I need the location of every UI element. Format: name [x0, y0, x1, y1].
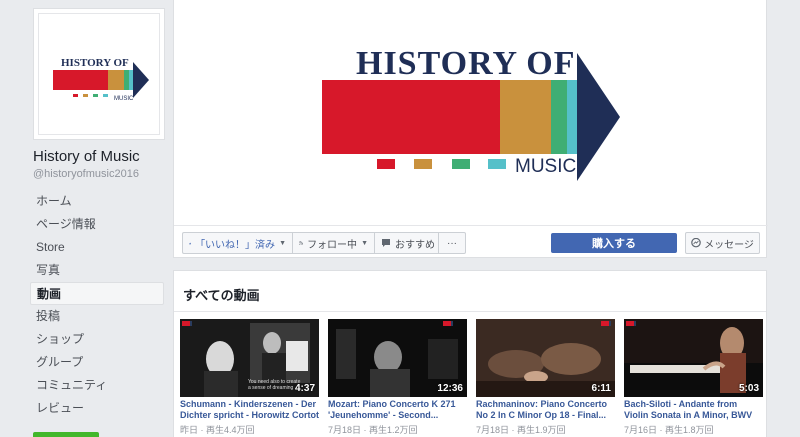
- svg-text:HISTORY OF: HISTORY OF: [356, 45, 575, 82]
- message-button[interactable]: メッセージ: [685, 232, 760, 254]
- thumbs-up-icon: [189, 242, 191, 244]
- video-meta: 7月18日 · 再生1.9万回: [476, 425, 566, 435]
- video-date: 7月16日: [624, 425, 658, 435]
- nav-item-community[interactable]: コミュニティ: [30, 374, 164, 397]
- history-of-music-cover-logo: HISTORY OF MUSIC: [322, 45, 620, 181]
- more-options-button[interactable]: ···: [438, 232, 466, 254]
- video-title[interactable]: Mozart: Piano Concerto K 271 'Jeunehomme…: [328, 399, 467, 421]
- video-duration: 5:03: [738, 383, 759, 394]
- cover-photo[interactable]: HISTORY OF MUSIC: [174, 0, 768, 225]
- nav-item-home[interactable]: ホーム: [30, 190, 164, 213]
- video-duration: 4:37: [294, 383, 315, 394]
- video-card[interactable]: 12:36 Mozart: Piano Concerto K 271 'Jeun…: [328, 319, 467, 436]
- video-views: 再生4.4万回: [206, 425, 255, 435]
- page-title[interactable]: History of Music: [33, 148, 140, 165]
- video-duration: 6:11: [591, 383, 611, 394]
- nav-item-posts[interactable]: 投稿: [30, 305, 164, 328]
- channel-logo-icon: [626, 321, 636, 326]
- nav-item-groups[interactable]: グループ: [30, 351, 164, 374]
- nav-item-reviews[interactable]: レビュー: [30, 397, 164, 420]
- video-card[interactable]: 5:03 Bach-Siloti - Andante from Violin S…: [624, 319, 763, 436]
- svg-text:MUSIC: MUSIC: [515, 156, 576, 177]
- create-button[interactable]: [33, 432, 99, 437]
- svg-text:HISTORY OF: HISTORY OF: [61, 57, 129, 69]
- video-card[interactable]: 6:11 Rachmaninov: Piano Concerto No 2 In…: [476, 319, 615, 436]
- channel-logo-icon: [443, 321, 453, 326]
- video-thumbnail[interactable]: 12:36: [328, 319, 467, 397]
- nav-item-photos[interactable]: 写真: [30, 259, 164, 282]
- ellipsis-icon: ···: [447, 237, 457, 249]
- chevron-down-icon: ▼: [279, 239, 286, 247]
- messenger-icon: [691, 238, 701, 248]
- page-username[interactable]: @historyofmusic2016: [33, 168, 139, 180]
- history-of-music-logo: HISTORY OF MUSIC: [53, 57, 149, 102]
- liked-label: 「いいね！」済み: [195, 239, 276, 251]
- video-views: 再生1.8万回: [665, 425, 714, 435]
- cover-section: HISTORY OF MUSIC 「いいね！」済み ▼ フォロー中 ▼ おすすめ: [173, 0, 768, 258]
- recommend-label: おすすめ: [395, 239, 435, 251]
- video-views: 再生1.9万回: [517, 425, 566, 435]
- buy-button[interactable]: 購入する: [551, 233, 677, 253]
- video-date: 7月18日: [328, 425, 362, 435]
- video-thumbnail[interactable]: 5:03: [624, 319, 763, 397]
- video-title[interactable]: Schumann - Kinderszenen - Der Dichter sp…: [180, 399, 319, 421]
- svg-text:MUSIC: MUSIC: [114, 96, 134, 102]
- divider: [174, 311, 766, 312]
- video-duration: 12:36: [437, 383, 463, 394]
- liked-button[interactable]: 「いいね！」済み ▼: [182, 232, 292, 254]
- nav-item-about[interactable]: ページ情報: [30, 213, 164, 236]
- video-meta: 7月18日 · 再生1.2万回: [328, 425, 418, 435]
- channel-logo-icon: [182, 321, 192, 326]
- nav-item-shop[interactable]: ショップ: [30, 328, 164, 351]
- page-profile-picture[interactable]: HISTORY OF MUSIC: [33, 8, 165, 140]
- chevron-down-icon: ▼: [361, 239, 368, 247]
- nav-item-videos[interactable]: 動画: [30, 282, 164, 305]
- page-actions-bar: 「いいね！」済み ▼ フォロー中 ▼ おすすめ ··· 購入する メッセージ: [174, 225, 768, 258]
- video-title[interactable]: Rachmaninov: Piano Concerto No 2 In C Mi…: [476, 399, 615, 421]
- rss-icon: [299, 241, 303, 245]
- video-views: 再生1.2万回: [369, 425, 418, 435]
- all-videos-section: すべての動画 You need also to create a sense o…: [173, 270, 767, 437]
- video-title[interactable]: Bach-Siloti - Andante from Violin Sonata…: [624, 399, 763, 421]
- nav-item-store[interactable]: Store: [30, 236, 164, 259]
- video-date: 7月18日: [476, 425, 510, 435]
- video-card[interactable]: You need also to create a sense of dream…: [180, 319, 319, 436]
- video-meta: 7月16日 · 再生1.8万回: [624, 425, 714, 435]
- page-nav: ホーム ページ情報 Store 写真 動画 投稿 ショップ グループ コミュニテ…: [30, 190, 164, 420]
- video-thumbnail[interactable]: You need also to create a sense of dream…: [180, 319, 319, 397]
- speech-bubble-icon: [382, 239, 390, 247]
- following-button[interactable]: フォロー中 ▼: [292, 232, 374, 254]
- channel-logo-icon: [601, 321, 611, 326]
- video-thumbnail[interactable]: 6:11: [476, 319, 615, 397]
- message-label: メッセージ: [704, 239, 754, 251]
- recommend-button[interactable]: おすすめ: [374, 232, 442, 254]
- following-label: フォロー中: [307, 239, 358, 251]
- video-date: 昨日: [180, 425, 199, 435]
- section-heading[interactable]: すべての動画: [183, 285, 260, 304]
- video-meta: 昨日 · 再生4.4万回: [180, 425, 255, 435]
